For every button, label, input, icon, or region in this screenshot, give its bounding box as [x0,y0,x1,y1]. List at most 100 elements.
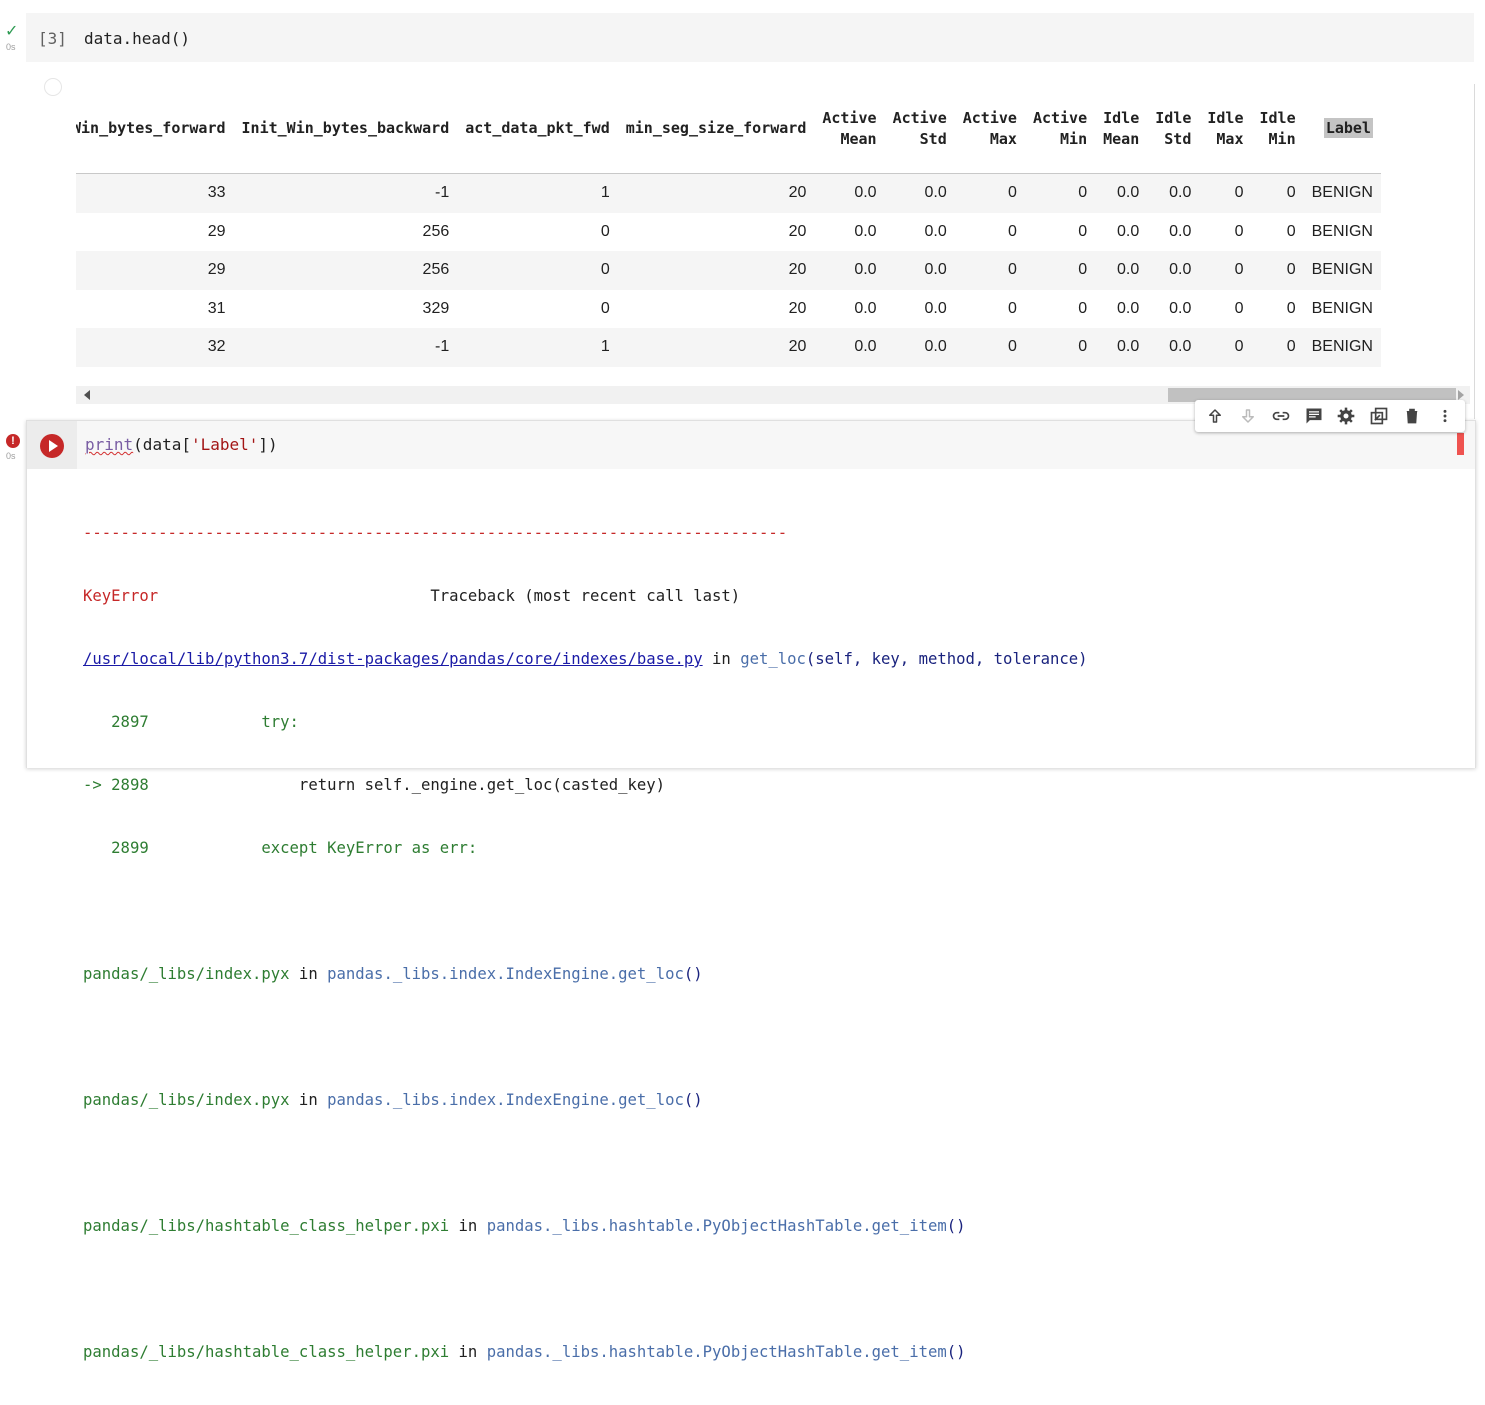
traceback-frame: pandas/_libs/hashtable_class_helper.pxi … [83,1343,966,1361]
exec-time: 0s [6,451,16,461]
success-check-icon: ✓ [5,23,19,40]
table-cell: 0.0 [1169,299,1192,317]
table-cell: 0 [457,251,618,290]
arrow-up-icon[interactable] [1202,403,1228,429]
table-cell: BENIGN [1303,251,1381,290]
table-cell: 0 [1199,251,1252,290]
table-cell: 0.0 [884,328,955,367]
mirror-cell-icon[interactable] [1366,403,1392,429]
traceback-output: ----------------------------------------… [83,481,1088,1405]
code-cell-active[interactable]: print(data['Label']) -------------------… [26,420,1476,1361]
column-header-text: act_data_pkt_fwd [465,119,610,137]
column-header: Idle Min [1251,84,1304,174]
traceback-header: KeyError Traceback (most recent call las… [83,587,741,605]
column-header: min_seg_size_forward [617,84,815,174]
table-cell: 0.0 [814,328,885,367]
column-header-text: Min [1268,129,1296,148]
arrow-down-icon[interactable] [1235,403,1261,429]
column-header: Win_bytes_forward [76,84,234,174]
execution-count: [3] [38,29,67,48]
column-header: Init_Win_bytes_backward [233,84,458,174]
table-cell: 0 [1024,173,1096,213]
table-row: 29 256 0 20 0.0 0.0 0 0 0.0 0.0 0 0 BENIGN [76,213,1381,252]
code-function: print [85,435,134,454]
comment-icon[interactable] [1301,403,1327,429]
table-cell: 0.0 [884,173,955,213]
table-cell: 29 [207,222,226,240]
run-button-area[interactable] [27,421,77,469]
table-cell: 0.0 [924,222,947,240]
table-cell: 256 [422,222,450,240]
table-cell: 1 [457,328,618,367]
column-header-text: Min [1060,129,1088,148]
table-cell: 20 [617,173,815,213]
table-cell: 20 [617,251,815,290]
table-cell: 0 [1286,222,1296,240]
more-vert-icon[interactable] [1432,403,1458,429]
table-row: 31 329 0 20 0.0 0.0 0 0 0.0 0.0 0 0 BENIGN [76,290,1381,329]
error-badge-icon: ! [6,434,20,448]
table-cell: 0 [1251,251,1304,290]
scroll-right-icon[interactable] [1458,390,1464,400]
table-cell: 0 [1008,222,1017,240]
column-header: Idle Max [1199,84,1252,174]
table-cell: 0 [1286,299,1296,317]
column-header-text: Idle [1103,108,1140,127]
column-header-text: Mean [1103,129,1140,148]
table-cell: -1 [233,328,458,367]
table-cell: 0.0 [1169,222,1192,240]
table-cell: 0 [1024,328,1096,367]
table-cell: 29 [76,251,234,290]
code-line[interactable]: data.head() [84,29,190,48]
file-link[interactable]: /usr/local/lib/python3.7/dist-packages/p… [83,650,703,668]
column-header-text: min_seg_size_forward [625,119,807,137]
scroll-left-icon[interactable] [84,390,90,400]
table-cell: 0 [954,251,1025,290]
column-header: Active Min [1024,84,1096,174]
table-cell: 0.0 [924,299,947,317]
table-cell: 0.0 [854,299,877,317]
table-cell: 256 [233,251,458,290]
table-cell: 0 [1008,299,1017,317]
table-cell: BENIGN [1311,299,1373,317]
table-cell: 0 [600,299,610,317]
output-scroll-edge [1474,84,1475,419]
table-cell: 0.0 [1095,251,1148,290]
table-cell: 0 [1078,222,1088,240]
gear-icon[interactable] [1333,403,1359,429]
column-header-text: Std [1164,129,1192,148]
table-cell: 0.0 [1147,173,1200,213]
column-header: Label [1303,84,1381,174]
code-text: ]) [258,435,278,454]
table-cell: 32 [76,328,234,367]
table-cell: 0.0 [884,251,955,290]
code-cell-input[interactable]: [3] data.head() [26,13,1474,62]
traceback-frame: /usr/local/lib/python3.7/dist-packages/p… [83,650,1088,668]
table-cell: 329 [422,299,450,317]
traceback-frame: pandas/_libs/index.pyx in pandas._libs.i… [83,965,703,983]
exec-time: 0s [6,42,16,52]
column-header-text: Init_Win_bytes_backward [241,119,450,137]
table-cell: 0 [1234,299,1244,317]
trash-icon[interactable] [1399,403,1425,429]
table-cell: 1 [457,173,618,213]
traceback-code-line: 2899 except KeyError as err: [83,839,478,857]
output-marker-icon [44,78,62,96]
table-cell: 0.0 [1117,299,1140,317]
table-cell: 0 [954,173,1025,213]
column-header: Active Mean [814,84,885,174]
column-header-text: Active [822,108,877,127]
table-cell: 0.0 [1117,222,1140,240]
traceback-code-line: -> 2898 return self._engine.get_loc(cast… [83,776,666,794]
code-text: (data[ [133,435,191,454]
table-cell: 0 [1078,299,1088,317]
table-cell: 0 [954,328,1025,367]
table-cell: 0.0 [854,222,877,240]
code-line[interactable]: print(data['Label']) [85,435,278,454]
run-cell-button[interactable] [40,434,64,458]
table-row: 33 -1 1 20 0.0 0.0 0 0 0.0 0.0 0 0 BENIGN [76,173,1381,213]
table-row: 32 -1 1 20 0.0 0.0 0 0 0.0 0.0 0 0 BENIGN [76,328,1381,367]
link-icon[interactable] [1268,403,1294,429]
table-cell: 0 [600,222,610,240]
table-cell: 0.0 [1095,173,1148,213]
